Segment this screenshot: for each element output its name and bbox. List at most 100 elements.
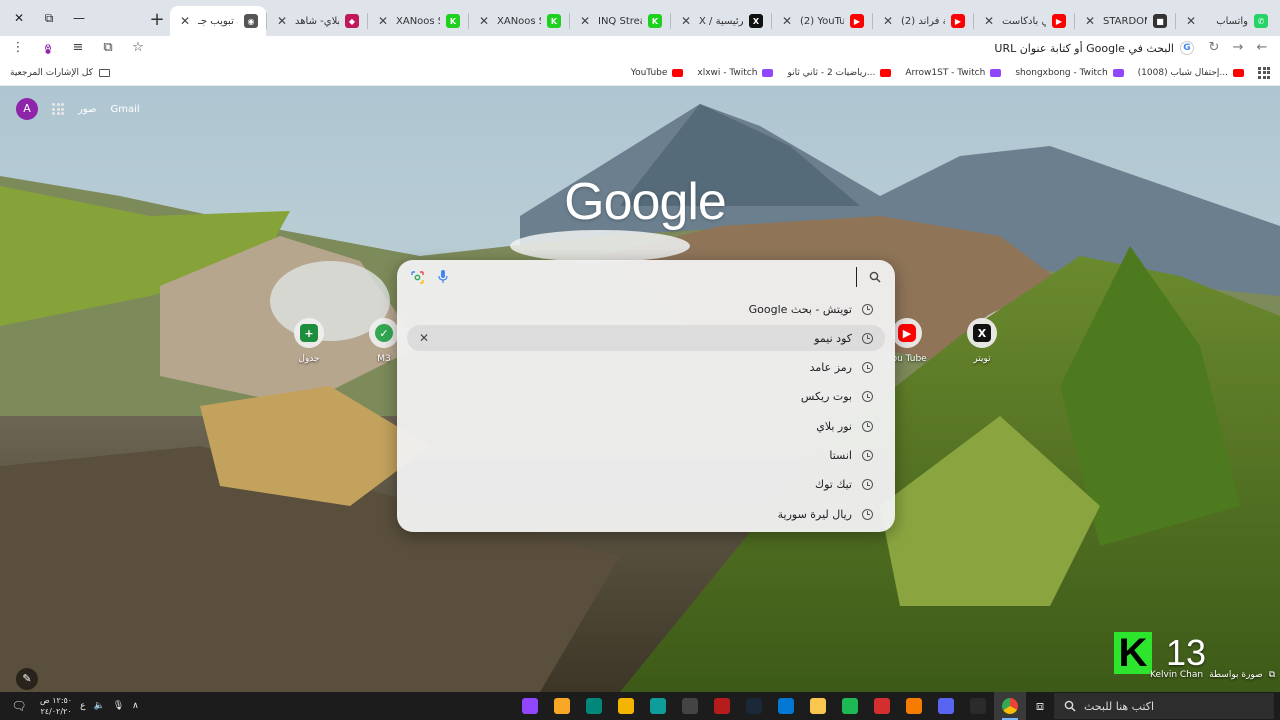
taskbar-app-steam[interactable]: [738, 692, 770, 720]
input-language[interactable]: ع: [80, 701, 85, 711]
tab-title: نوربلاي- شاهد: [295, 15, 339, 27]
tab-favicon-icon: ◉: [244, 14, 258, 28]
shortcut-jadwal[interactable]: + جدول: [279, 318, 339, 364]
taskbar-app-teal-app[interactable]: [578, 692, 610, 720]
search-input[interactable]: [461, 267, 857, 287]
browser-tab[interactable]: X X / الرئيسية ✕: [671, 6, 771, 36]
browser-tab[interactable]: ◆ نوربلاي- شاهد ✕: [267, 6, 367, 36]
tab-close-icon[interactable]: ✕: [1083, 14, 1097, 28]
images-link[interactable]: صور: [78, 104, 97, 115]
omnibox-placeholder: البحث في Google أو كتابة عنوان URL: [994, 41, 1174, 55]
app-red-icon: [874, 698, 890, 714]
suggestion-item[interactable]: كود نيمو ✕: [407, 325, 885, 352]
google-lens-icon[interactable]: [409, 269, 425, 285]
suggestion-item[interactable]: بوت ريكس: [407, 384, 885, 410]
taskbar-app-outlook[interactable]: [770, 692, 802, 720]
reload-icon[interactable]: ↻: [1202, 36, 1226, 60]
browser-tab[interactable]: K INQ Stream - V ✕: [570, 6, 670, 36]
all-bookmarks-button[interactable]: كل الإشارات المرجعية: [10, 68, 110, 78]
shortcut-twitter[interactable]: X تويتر: [952, 318, 1012, 364]
taskbar-app-explorer[interactable]: [802, 692, 834, 720]
tab-close-icon[interactable]: ✕: [1184, 14, 1198, 28]
discord-icon: [938, 698, 954, 714]
taskbar-app-mm-app[interactable]: [546, 692, 578, 720]
taskbar-app-yellow-app[interactable]: [610, 692, 642, 720]
browser-tab[interactable]: K XANoos Strean ✕: [368, 6, 468, 36]
back-arrow-icon[interactable]: ←: [1250, 36, 1274, 60]
browser-tab[interactable]: ▶ (2) YouTube ✕: [772, 6, 872, 36]
credit-label: صورة بواسطة: [1209, 670, 1263, 680]
media-queue-icon[interactable]: ≡: [66, 37, 90, 59]
tab-close-icon[interactable]: ✕: [178, 14, 192, 28]
taskbar-app-epic[interactable]: [962, 692, 994, 720]
menu-dots-icon[interactable]: ⋮: [6, 37, 30, 59]
suggestion-item[interactable]: رمز عامد: [407, 355, 885, 381]
bookmark-item[interactable]: shongxbong - Twitch: [1015, 68, 1124, 78]
bookmark-item[interactable]: رياضيات 2 - ثاني ثانو...: [787, 68, 892, 78]
ntp-avatar[interactable]: A: [16, 98, 38, 120]
taskbar-search-placeholder: اكتب هنا للبحث: [1084, 699, 1155, 713]
bookmark-item[interactable]: (1008) إحتفال شباب...: [1138, 68, 1244, 78]
taskbar-search[interactable]: اكتب هنا للبحث: [1054, 693, 1274, 719]
browser-tab[interactable]: ▶ (2) اغنية فراند ✕: [873, 6, 973, 36]
credit-author: Kelvin Chan: [1150, 670, 1204, 680]
mic-icon[interactable]: 🎙: [113, 701, 124, 711]
profile-button[interactable]: A: [36, 37, 60, 59]
browser-tab[interactable]: K XANoos Strean ✕: [469, 6, 569, 36]
window-close-button[interactable]: ✕: [4, 3, 34, 33]
gmail-link[interactable]: Gmail: [111, 104, 140, 115]
new-tab-button[interactable]: +: [144, 7, 170, 33]
photo-credit[interactable]: Kelvin Chan صورة بواسطة ⧉: [1150, 670, 1275, 680]
window-minimize-button[interactable]: —: [64, 3, 94, 33]
remove-suggestion-icon[interactable]: ✕: [419, 331, 429, 345]
notification-icon[interactable]: 🗨: [6, 699, 32, 713]
bookmark-star-icon[interactable]: ☆: [126, 37, 150, 59]
suggestion-item[interactable]: ريال ليرة سورية: [407, 501, 885, 527]
browser-tab[interactable]: ■ STARDOM UN ✕: [1075, 6, 1175, 36]
window-controls: ✕ ⧉ —: [4, 3, 94, 33]
bookmark-item[interactable]: xlxwi - Twitch: [697, 68, 774, 78]
google-apps-icon[interactable]: [52, 103, 64, 115]
customize-pencil-icon[interactable]: ✎: [16, 668, 38, 690]
tab-close-icon[interactable]: ✕: [982, 14, 996, 28]
bookmark-item[interactable]: YouTube: [631, 68, 684, 78]
shortcut-glyph: ✓: [375, 324, 393, 342]
taskbar-app-spotify[interactable]: [834, 692, 866, 720]
yellow-app-icon: [618, 698, 634, 714]
forward-arrow-icon[interactable]: →: [1226, 36, 1250, 60]
shortcut-label: جدول: [298, 354, 320, 364]
tab-close-icon[interactable]: ✕: [376, 14, 390, 28]
suggestion-item[interactable]: انستا: [407, 443, 885, 469]
task-view-icon[interactable]: ⧈: [1026, 699, 1054, 714]
voice-search-mic-icon[interactable]: [435, 269, 451, 285]
browser-tab[interactable]: ✆ واتساب ✕: [1176, 6, 1276, 36]
clock[interactable]: ١٢:٥٠ ص ٢٤/٠٢/٢٠: [40, 695, 72, 717]
suggestion-item[interactable]: تيك توك: [407, 472, 885, 498]
tab-close-icon[interactable]: ✕: [477, 14, 491, 28]
suggestion-item[interactable]: نور بلاي: [407, 413, 885, 439]
tab-close-icon[interactable]: ✕: [780, 14, 794, 28]
taskbar-app-obs[interactable]: [674, 692, 706, 720]
taskbar-app-video-editor[interactable]: [706, 692, 738, 720]
taskbar-app-vlc[interactable]: [898, 692, 930, 720]
taskbar-app-discord[interactable]: [930, 692, 962, 720]
window-maximize-button[interactable]: ⧉: [34, 3, 64, 33]
tab-close-icon[interactable]: ✕: [881, 14, 895, 28]
suggestion-item[interactable]: تويتش - بحث Google: [407, 296, 885, 322]
taskbar-app-twitch-app[interactable]: [514, 692, 546, 720]
tray-chevron-icon[interactable]: ∧: [132, 701, 139, 711]
apps-grid-icon[interactable]: [1258, 66, 1270, 79]
taskbar-app-chrome[interactable]: [994, 692, 1026, 720]
browser-tab[interactable]: ◉ علامة تبويب جـ ✕: [170, 6, 266, 36]
extensions-puzzle-icon[interactable]: ⧉: [96, 37, 120, 59]
tab-close-icon[interactable]: ✕: [679, 14, 693, 28]
tab-close-icon[interactable]: ✕: [578, 14, 592, 28]
tab-close-icon[interactable]: ✕: [275, 14, 289, 28]
taskbar-app-edge[interactable]: [642, 692, 674, 720]
browser-tab[interactable]: ▶ للي بادكاست ✕: [974, 6, 1074, 36]
volume-icon[interactable]: 🔈: [93, 701, 104, 711]
bookmark-item[interactable]: Arrow1ST - Twitch: [905, 68, 1002, 78]
new-tab-page: A صور Gmail Google + جدول ✓ M3 ▶ You Tub…: [0, 86, 1280, 692]
taskbar-app-app-red[interactable]: [866, 692, 898, 720]
omnibox[interactable]: G البحث في Google أو كتابة عنوان URL: [150, 37, 1202, 59]
